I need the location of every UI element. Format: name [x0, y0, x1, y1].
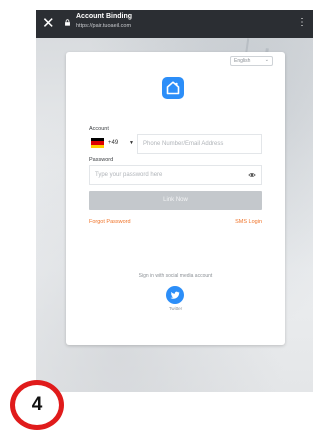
account-binding-card: English ⌄ Account +49 ▼ Phone Number/Ema…: [66, 52, 285, 345]
password-placeholder: Type your password here: [95, 172, 163, 178]
lock-icon: [65, 19, 70, 26]
forgot-password-link[interactable]: Forgot Password: [89, 219, 131, 225]
page-url: https://pair.tuoaeil.com: [76, 23, 132, 29]
language-value: English: [234, 58, 251, 64]
window-title: Account Binding: [76, 13, 132, 20]
step-marker: 4: [10, 380, 64, 430]
account-label: Account: [89, 126, 109, 132]
close-icon[interactable]: ✕: [42, 15, 55, 33]
social-signin-caption: Sign in with social media account: [138, 273, 213, 279]
phone-email-placeholder: Phone Number/Email Address: [143, 141, 224, 147]
twitter-icon[interactable]: [166, 286, 184, 304]
eye-icon[interactable]: [248, 171, 256, 179]
link-now-button[interactable]: Link Now: [89, 191, 262, 210]
sms-login-link[interactable]: SMS Login: [235, 219, 262, 225]
language-select[interactable]: English ⌄: [230, 56, 273, 66]
app-home-logo-icon: [162, 77, 184, 99]
browser-top-bar: ✕ Account Binding https://pair.tuoaeil.c…: [36, 10, 313, 38]
germany-flag-icon: [91, 138, 104, 148]
more-vert-icon[interactable]: ⋮: [297, 16, 307, 30]
chevron-down-icon: ⌄: [264, 57, 269, 63]
phone-email-input[interactable]: Phone Number/Email Address: [137, 134, 262, 154]
password-input[interactable]: Type your password here: [89, 165, 262, 185]
password-label: Password: [89, 157, 114, 163]
twitter-label: Twitter: [168, 306, 183, 311]
caret-down-icon: ▼: [129, 140, 134, 146]
country-code: +49: [108, 140, 119, 146]
country-code-select[interactable]: +49 ▼: [89, 134, 135, 154]
